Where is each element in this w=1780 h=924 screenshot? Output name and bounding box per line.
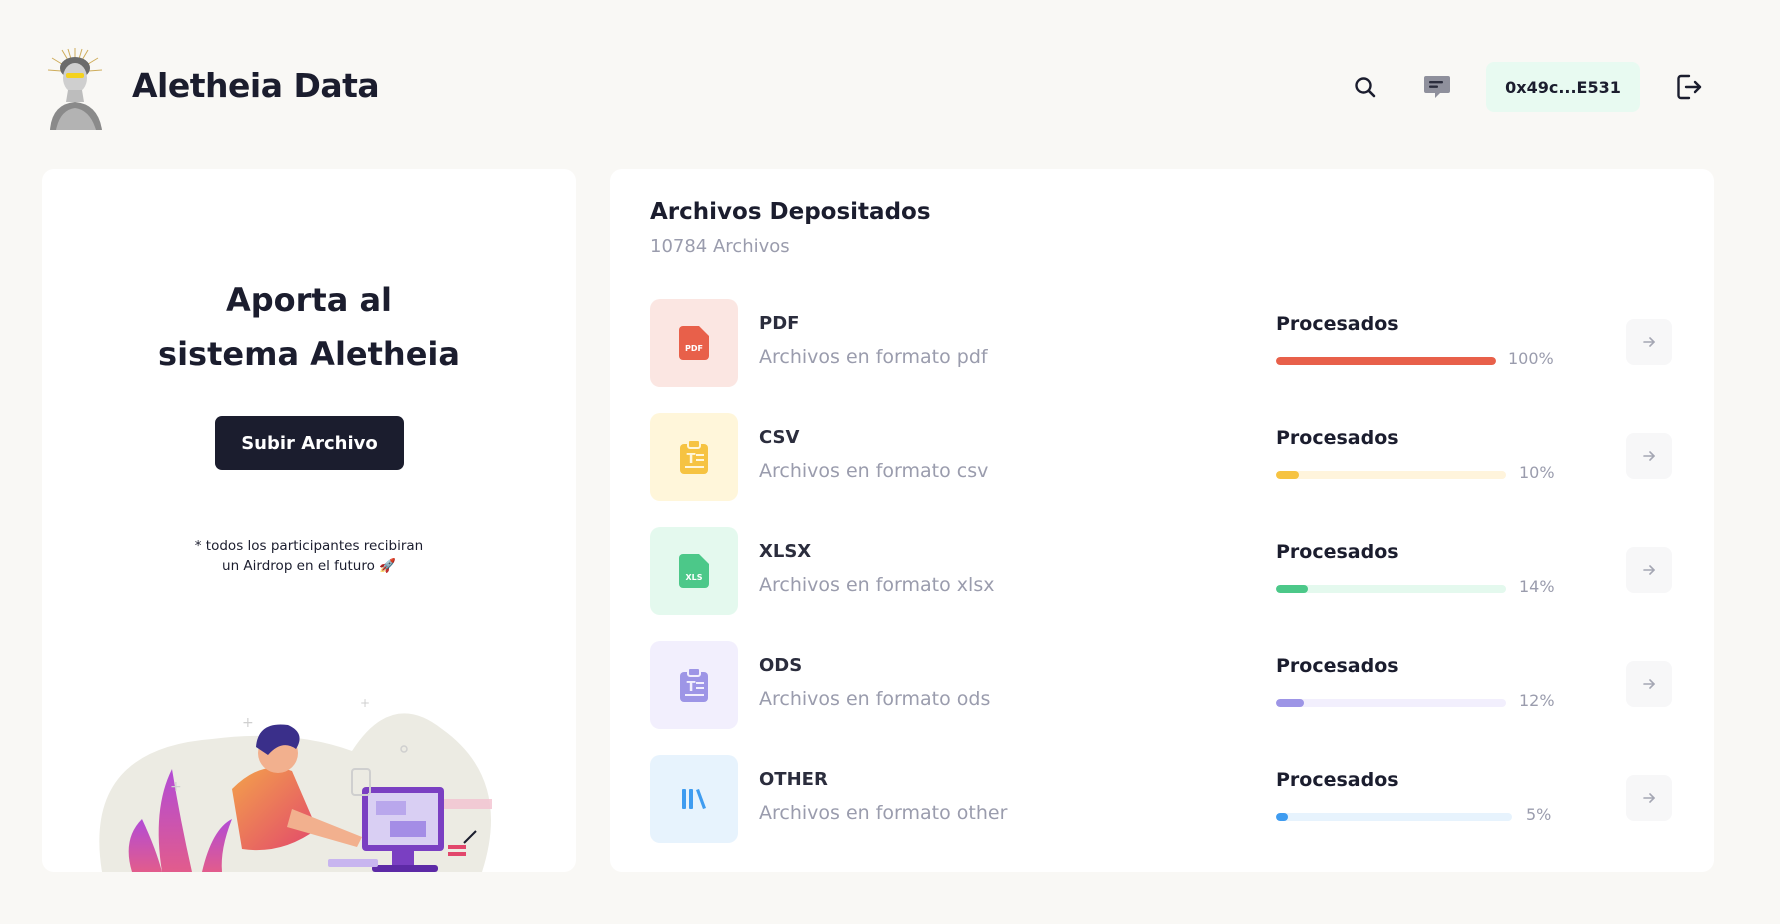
brand-name: Aletheia Data xyxy=(132,66,380,105)
panel-title: Archivos Depositados xyxy=(650,199,931,225)
file-type-name: OTHER xyxy=(759,769,828,790)
contribute-title-line2: sistema Aletheia xyxy=(158,335,460,373)
airdrop-note-line1: * todos los participantes recibiran xyxy=(194,538,424,554)
progress-track xyxy=(1276,813,1512,821)
pdf-file-icon: PDF xyxy=(650,299,738,387)
processed-label: Procesados xyxy=(1276,769,1399,791)
arrow-right-icon xyxy=(1643,451,1655,461)
chat-icon[interactable] xyxy=(1420,70,1454,104)
file-type-description: Archivos en formato csv xyxy=(759,460,989,482)
progress-track xyxy=(1276,699,1506,707)
processed-label: Procesados xyxy=(1276,313,1399,335)
open-other-arrow-button[interactable] xyxy=(1626,775,1672,821)
open-csv-arrow-button[interactable] xyxy=(1626,433,1672,479)
file-type-row-csv: T CSV Archivos en formato csv Procesados… xyxy=(650,413,1680,501)
file-type-name: ODS xyxy=(759,655,803,676)
progress-percent: 12% xyxy=(1519,691,1555,710)
open-ods-arrow-button[interactable] xyxy=(1626,661,1672,707)
wallet-address-button[interactable]: 0x49c...E531 xyxy=(1486,62,1640,112)
processed-label: Procesados xyxy=(1276,427,1399,449)
file-type-description: Archivos en formato other xyxy=(759,802,1008,824)
arrow-right-icon xyxy=(1643,337,1655,347)
contribute-card: Aporta al sistema Aletheia Subir Archivo… xyxy=(42,169,576,872)
arrow-right-icon xyxy=(1643,793,1655,803)
file-type-row-ods: T ODS Archivos en formato ods Procesados… xyxy=(650,641,1680,729)
airdrop-note-line2: un Airdrop en el futuro 🚀 xyxy=(222,558,396,574)
arrow-right-icon xyxy=(1643,679,1655,689)
search-icon[interactable] xyxy=(1348,70,1382,104)
progress-percent: 14% xyxy=(1519,577,1555,596)
svg-text:PDF: PDF xyxy=(685,344,703,353)
file-type-name: XLSX xyxy=(759,541,812,562)
svg-text:T: T xyxy=(687,680,696,695)
file-type-name: CSV xyxy=(759,427,800,448)
svg-text:+: + xyxy=(170,779,182,795)
file-type-description: Archivos en formato ods xyxy=(759,688,991,710)
progress-track xyxy=(1276,471,1506,479)
progress-fill xyxy=(1276,357,1496,365)
aletheia-bust-logo xyxy=(42,46,108,130)
contribute-title-line1: Aporta al xyxy=(225,281,393,319)
ods-clipboard-icon: T xyxy=(650,641,738,729)
arrow-right-icon xyxy=(1643,565,1655,575)
progress-fill xyxy=(1276,699,1304,707)
file-type-name: PDF xyxy=(759,313,800,334)
svg-text:XLS: XLS xyxy=(685,573,702,582)
file-type-row-pdf: PDF PDF Archivos en formato pdf Procesad… xyxy=(650,299,1680,387)
progress-percent: 5% xyxy=(1526,805,1552,824)
logout-icon[interactable] xyxy=(1672,70,1706,104)
progress-track xyxy=(1276,357,1496,365)
file-type-description: Archivos en formato pdf xyxy=(759,346,988,368)
files-count: 10784 Archivos xyxy=(650,236,790,257)
progress-fill xyxy=(1276,471,1299,479)
processed-label: Procesados xyxy=(1276,655,1399,677)
top-header: Aletheia Data 0x49c...E531 xyxy=(0,0,1780,170)
progress-track xyxy=(1276,585,1506,593)
file-type-row-xlsx: XLS XLSX Archivos en formato xlsx Proces… xyxy=(650,527,1680,615)
open-xlsx-arrow-button[interactable] xyxy=(1626,547,1672,593)
progress-fill xyxy=(1276,813,1288,821)
library-books-icon xyxy=(650,755,738,843)
progress-percent: 100% xyxy=(1508,349,1554,368)
processed-label: Procesados xyxy=(1276,541,1399,563)
svg-text:+: + xyxy=(242,715,254,731)
xls-file-icon: XLS xyxy=(650,527,738,615)
file-type-description: Archivos en formato xlsx xyxy=(759,574,995,596)
contribute-title: Aporta al sistema Aletheia xyxy=(42,273,576,381)
progress-fill xyxy=(1276,585,1309,593)
svg-text:T: T xyxy=(687,452,696,467)
upload-file-button[interactable]: Subir Archivo xyxy=(215,416,404,470)
airdrop-note: * todos los participantes recibiran un A… xyxy=(42,536,576,576)
open-pdf-arrow-button[interactable] xyxy=(1626,319,1672,365)
person-at-computer-illustration: + + + xyxy=(92,659,552,872)
csv-clipboard-icon: T xyxy=(650,413,738,501)
progress-percent: 10% xyxy=(1519,463,1555,482)
deposited-files-panel: Archivos Depositados 10784 Archivos PDF … xyxy=(610,169,1714,872)
svg-text:+: + xyxy=(360,696,370,710)
file-type-row-other: OTHER Archivos en formato other Procesad… xyxy=(650,755,1680,843)
